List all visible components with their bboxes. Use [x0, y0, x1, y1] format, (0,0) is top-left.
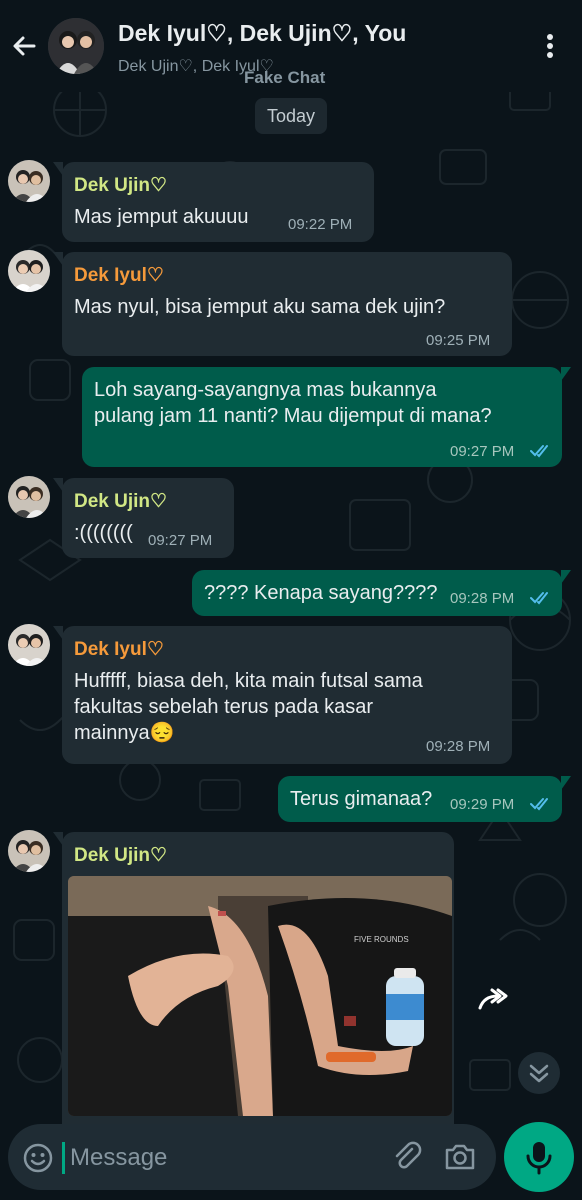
message-time: 09:25 PM	[426, 332, 491, 349]
message-text: :((((((((	[74, 522, 133, 544]
avatar-iyul[interactable]	[8, 624, 50, 666]
message-time: 09:27 PM	[148, 532, 213, 549]
avatar-ujin[interactable]	[8, 830, 50, 872]
message-bubble-incoming-photo[interactable]: Dek Ujin♡ FIVE ROUNDS	[53, 832, 454, 1124]
emoji-icon[interactable]	[22, 1142, 54, 1174]
message-time: 09:28 PM	[426, 738, 491, 755]
avatar-ujin[interactable]	[8, 476, 50, 518]
message-text: ???? Kenapa sayang????	[204, 582, 438, 604]
message-bubble-incoming[interactable]: Dek Ujin♡ Mas jemput akuuuu 09:22 PM	[53, 162, 374, 242]
chat-title[interactable]: Dek Iyul♡, Dek Ujin♡, You	[118, 20, 406, 47]
watermark-text: Fake Chat	[244, 68, 326, 87]
read-ticks-icon	[530, 798, 548, 811]
forward-icon[interactable]	[470, 978, 514, 1022]
message-time: 09:22 PM	[288, 216, 353, 233]
mic-icon[interactable]	[504, 1122, 574, 1192]
avatar-iyul[interactable]	[8, 250, 50, 292]
message-text: Mas jemput akuuuu	[74, 206, 249, 228]
message-time: 09:27 PM	[450, 443, 515, 460]
shared-photo[interactable]: FIVE ROUNDS	[68, 876, 452, 1116]
group-avatar[interactable]	[48, 18, 104, 74]
avatar-ujin[interactable]	[8, 160, 50, 202]
shirt-print-text: FIVE ROUNDS	[354, 935, 409, 944]
message-bubble-outgoing[interactable]: Loh sayang-sayangnya mas bukannya pulang…	[82, 367, 571, 467]
message-time: 09:29 PM	[450, 796, 515, 813]
message-time: 09:28 PM	[450, 590, 515, 607]
message-bubble-incoming[interactable]: Dek Ujin♡ :(((((((( 09:27 PM	[53, 478, 234, 558]
message-bubble-outgoing[interactable]: ???? Kenapa sayang???? 09:28 PM	[192, 570, 571, 616]
read-ticks-icon	[530, 445, 548, 458]
message-text: Hufffff, biasa deh, kita main futsal sam…	[74, 670, 423, 744]
message-bubble-incoming[interactable]: Dek Iyul♡ Mas nyul, bisa jemput aku sama…	[53, 252, 512, 356]
sender-name: Dek Iyul♡	[74, 639, 164, 660]
attach-icon[interactable]	[390, 1140, 424, 1174]
message-text: Mas nyul, bisa jemput aku sama dek ujin?	[74, 296, 446, 318]
message-bubble-outgoing[interactable]: Terus gimanaa? 09:29 PM	[278, 776, 571, 822]
message-text: Loh sayang-sayangnya mas bukannya pulang…	[94, 379, 492, 427]
message-input[interactable]	[68, 1136, 372, 1180]
read-ticks-icon	[530, 592, 548, 605]
message-text: Terus gimanaa?	[290, 788, 433, 810]
sender-name: Dek Ujin♡	[74, 175, 168, 196]
back-arrow-icon[interactable]	[8, 30, 40, 62]
scroll-down-icon[interactable]	[518, 1052, 560, 1094]
sender-name: Dek Ujin♡	[74, 491, 168, 512]
camera-icon[interactable]	[442, 1140, 478, 1174]
date-chip: Today	[255, 98, 327, 134]
chat-header: Dek Iyul♡, Dek Ujin♡, You Dek Ujin♡, Dek…	[0, 0, 582, 92]
text-cursor	[62, 1142, 65, 1174]
message-bubble-incoming[interactable]: Dek Iyul♡ Hufffff, biasa deh, kita main …	[53, 626, 512, 764]
sender-name: Dek Iyul♡	[74, 265, 164, 286]
message-composer	[8, 1124, 496, 1190]
menu-dots-icon[interactable]	[538, 30, 562, 62]
sender-name: Dek Ujin♡	[74, 845, 168, 866]
